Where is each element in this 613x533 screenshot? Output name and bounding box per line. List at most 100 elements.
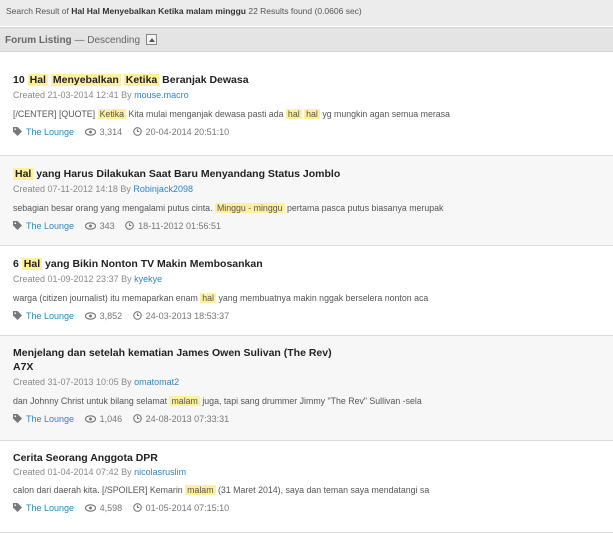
forum-link[interactable]: The Lounge [26,414,74,424]
created-text: Created 07-11-2012 14:18 By [13,184,134,194]
author-link[interactable]: mouse.macro [134,90,189,100]
text-segment: dan Johnny Christ untuk bilang selamat [13,396,170,406]
text-segment: Cerita Seorang Anggota DPR [13,452,158,464]
search-highlight: Hal [27,74,48,86]
result-meta: Created 31-07-2013 10:05 By omatomat2 [13,377,179,387]
tag-icon [13,414,22,425]
eye-icon [84,128,96,138]
text-segment: pertama pasca putus biasanya merupak [284,203,444,213]
last-post-time: 24-08-2013 07:33:31 [145,414,230,424]
forum-link[interactable]: The Lounge [26,503,74,513]
result-snippet: dan Johnny Christ untuk bilang selamat m… [13,396,422,406]
clock-icon [132,127,142,138]
created-text: Created 21-03-2014 12:41 By [13,90,135,100]
view-count: 4,598 [99,503,123,513]
search-query: Hal Hal Menyebalkan Ketika malam minggu [71,6,246,16]
text-segment: Beranjak Dewasa [159,74,249,86]
result-item: 10 Hal Menyebalkan Ketika Beranjak Dewas… [0,52,613,156]
text-segment: yang Harus Dilakukan Saat Baru Menyandan… [33,168,341,180]
tag-icon [13,311,22,322]
author-link[interactable]: omatomat2 [134,377,179,387]
summary-count: 22 Results found (0.0606 sec) [245,6,362,16]
clock-icon [132,311,142,322]
search-highlight: Hal [21,258,43,270]
tag-icon [13,127,22,138]
listing-separator: — [71,35,88,46]
result-meta: Created 01-04-2014 07:42 By nicolasrusli… [13,467,186,477]
result-snippet: calon dari daerah kita. [/SPOILER] Kemar… [13,485,429,495]
eye-icon [84,312,96,322]
clock-icon [132,503,142,514]
text-segment: Menjelang dan setelah kematian James Owe… [13,347,332,359]
result-footer: The Lounge 1,046 24-08-2013 07:33:31 [13,414,237,425]
text-segment: yang Bikin Nonton TV Makin Membosankan [42,258,263,270]
last-post-time: 01-05-2014 07:15:10 [145,503,230,513]
view-count: 3,852 [99,311,123,321]
tag-icon [13,221,22,232]
search-highlight: hal [200,293,217,303]
forum-link[interactable]: The Lounge [26,221,74,231]
view-count: 343 [99,221,115,231]
result-title[interactable]: Cerita Seorang Anggota DPR [13,451,573,466]
tag-icon [13,503,22,514]
text-segment: [/CENTER] [QUOTE] [13,109,98,119]
result-snippet: [/CENTER] [QUOTE] Ketika Kita mulai meng… [13,109,450,119]
text-segment: yang membuatnya makin nggak berselera no… [216,293,429,303]
summary-prefix: Search Result of [6,6,72,16]
result-item: Menjelang dan setelah kematian James Owe… [0,336,613,441]
listing-label: Forum Listing [5,35,72,46]
result-item: Cerita Seorang Anggota DPR Created 01-04… [0,441,613,533]
search-highlight: malam [185,485,216,495]
search-highlight: Ketika [97,109,127,119]
text-segment: juga, tapi sang drummer Jimmy "The Rev" … [199,396,422,406]
clock-icon [132,414,142,425]
view-count: 1,046 [99,414,123,424]
text-segment: 6 [13,258,22,270]
search-highlight: Hal [13,168,34,180]
forum-link[interactable]: The Lounge [26,127,74,137]
result-meta: Created 01-09-2012 23:37 By kyekye [13,274,162,284]
result-item: 6 Hal yang Bikin Nonton TV Makin Membosa… [0,246,613,336]
search-highlight: hal [304,109,320,119]
eye-icon [84,415,96,425]
search-highlight: malam [169,396,200,406]
author-link[interactable]: nicolasruslim [134,467,186,477]
result-footer: The Lounge 4,598 01-05-2014 07:15:10 [13,503,237,514]
text-segment: yg mungkin agan semua merasa [319,109,450,119]
sort-toggle-button[interactable] [146,34,158,45]
eye-icon [84,222,96,232]
author-link[interactable]: Robinjack2098 [133,184,193,194]
search-highlight: Minggu - minggu [214,203,285,213]
text-segment: (31 Maret 2014), saya dan teman saya men… [215,485,430,495]
clock-icon [125,221,134,232]
result-title[interactable]: Hal yang Harus Dilakukan Saat Baru Menya… [13,167,573,182]
text-segment: calon dari daerah kita. [/SPOILER] Kemar… [13,485,186,495]
text-segment: 10 [13,74,28,86]
created-text: Created 31-07-2013 10:05 By [13,377,135,387]
result-item: Hal yang Harus Dilakukan Saat Baru Menya… [0,156,613,246]
forum-link[interactable]: The Lounge [26,311,74,321]
result-title[interactable]: 10 Hal Menyebalkan Ketika Beranjak Dewas… [13,73,573,88]
text-segment: Kita mulai menganjak dewasa pasti ada [126,109,286,119]
last-post-time: 18-11-2012 01:56:51 [138,221,222,231]
created-text: Created 01-09-2012 23:37 By [13,274,135,284]
result-footer: The Lounge 3,314 20-04-2014 20:51:10 [13,127,237,138]
search-highlight: Ketika [123,74,160,86]
result-title-continued[interactable]: A7X [13,360,573,375]
result-footer: The Lounge 343 18-11-2012 01:56:51 [13,221,229,232]
result-title[interactable]: Menjelang dan setelah kematian James Owe… [13,346,573,361]
result-snippet: warga (citizen journalist) itu memaparka… [13,293,428,303]
listing-order: Descending [87,35,141,46]
result-footer: The Lounge 3,852 24-03-2013 18:53:37 [13,311,237,322]
result-title[interactable]: 6 Hal yang Bikin Nonton TV Makin Membosa… [13,257,573,272]
result-meta: Created 21-03-2014 12:41 By mouse.macro [13,90,189,100]
author-link[interactable]: kyekye [134,274,162,284]
search-highlight: Menyebalkan [50,74,121,86]
result-snippet: sebagian besar orang yang mengalami putu… [13,203,443,213]
text-segment: warga (citizen journalist) itu memaparka… [13,293,201,303]
last-post-time: 24-03-2013 18:53:37 [145,311,230,321]
eye-icon [84,504,96,514]
search-result-summary: Search Result of Hal Hal Menyebalkan Ket… [0,0,613,26]
created-text: Created 01-04-2014 07:42 By [13,467,135,477]
view-count: 3,314 [99,127,123,137]
